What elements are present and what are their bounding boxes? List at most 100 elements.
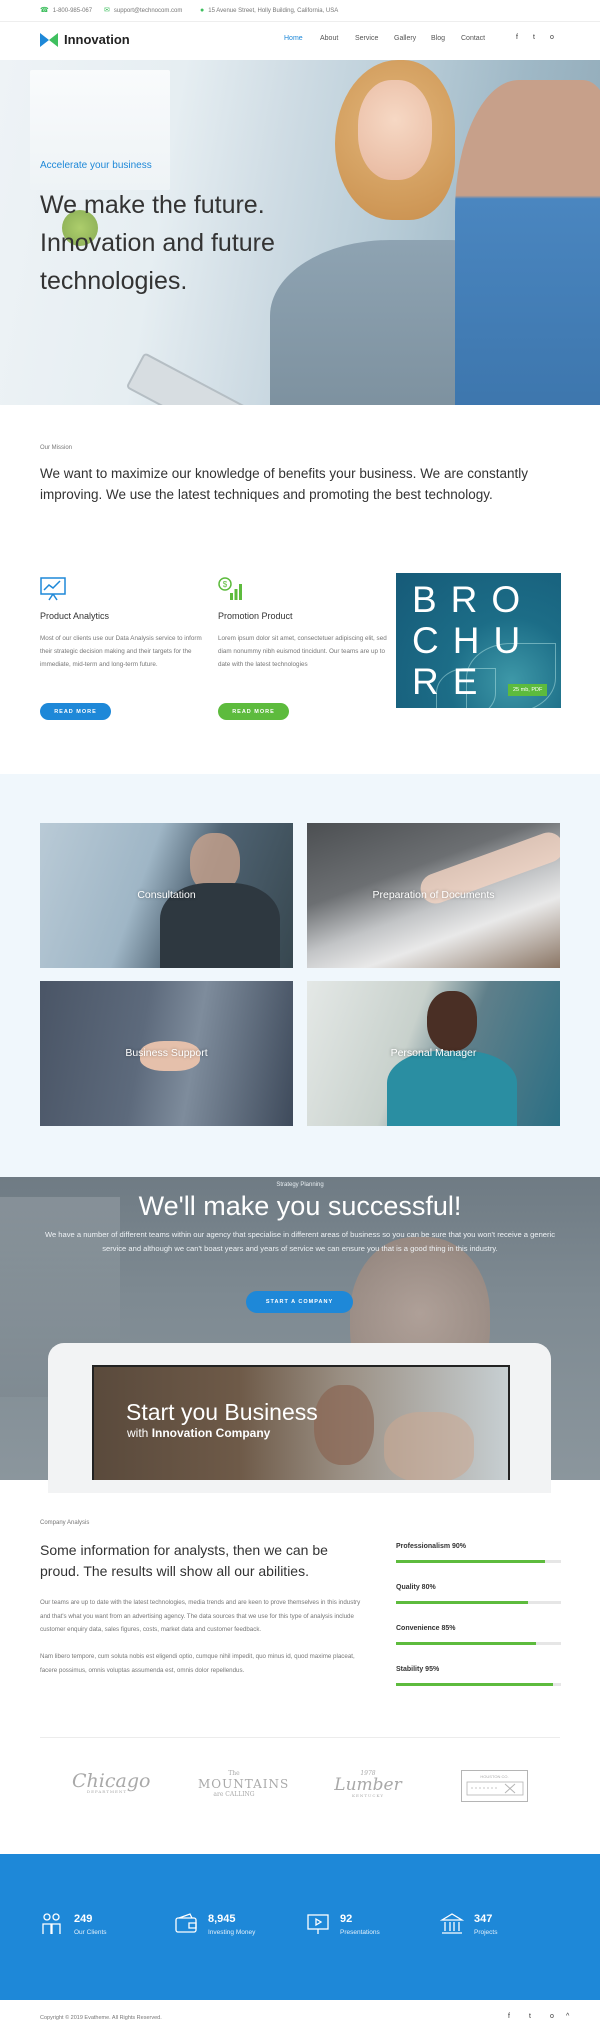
analytics-presenter-icon [40,577,66,601]
nav-gallery[interactable]: Gallery [394,35,416,42]
twitter-icon[interactable]: t [533,34,535,41]
gallery-tile-documents[interactable]: Preparation of Documents [307,823,560,968]
skill-fill [396,1560,545,1563]
client-logo-lumber: 1978 Lumber KENTUCKY [330,1770,406,1810]
hero-tablet [125,352,251,405]
houston-emblem-icon [466,1781,523,1796]
strategy-text: We have a number of different teams with… [44,1230,556,1253]
screen-title: Start you Business [126,1399,318,1425]
skill-fill [396,1601,528,1604]
service-title: Product Analytics [40,611,110,621]
tile-caption: Consultation [137,889,196,901]
stat-label: Presentations [340,1929,380,1936]
stat-number: 347 [474,1913,493,1925]
phone-icon: ☎ [40,7,49,14]
analysis-title: Some information for analysts, then we c… [40,1542,328,1579]
svg-text:$: $ [223,580,228,589]
back-to-top-icon[interactable]: ^ [566,2013,569,2020]
topbar-phone[interactable]: ☎ 1-800-985-067 [40,7,92,14]
read-more-button[interactable]: READ MORE [218,703,289,720]
nav-service[interactable]: Service [355,35,378,42]
person-decor [314,1385,374,1465]
stat-number: 8,945 [208,1913,236,1925]
dollar-chart-icon: $ [218,577,244,601]
analysis-paragraph: Nam libero tempore, cum soluta nobis est… [40,1653,355,1674]
service-text: Lorem ipsum dolor sit amet, consectetuer… [218,635,387,668]
skill-fill [396,1642,537,1645]
screen-subtitle-prefix: with [127,1426,149,1440]
laptop-screen: Start you Business with Innovation Compa… [92,1365,510,1480]
service-text: Most of our clients use our Data Analysi… [40,635,202,668]
skill-label: Professionalism 90% [396,1543,467,1550]
stat-number: 249 [74,1913,93,1925]
hero-person-woman-face [358,80,432,180]
site-header: Innovation Home About Service Gallery Bl… [0,22,600,60]
facebook-icon[interactable]: f [508,2013,510,2020]
nav-about[interactable]: About [320,35,338,42]
client-logo-houston: HOUSTON CO. [461,1770,528,1802]
start-company-button[interactable]: START A COMPANY [246,1291,353,1313]
skill-track [396,1683,561,1686]
skill-bar: Stability 95% [396,1666,561,1686]
tile-caption: Personal Manager [390,1047,477,1059]
nav-home[interactable]: Home [284,35,303,42]
logo[interactable]: Innovation [40,32,130,47]
logo-wordmark: MOUNTAINS [198,1777,290,1791]
bank-icon [439,1912,465,1936]
strategy-title: We'll make you successful! [138,1191,462,1221]
person-decor [427,991,477,1051]
client-logo-chicago: Chicago DEPARTMENT [72,1770,150,1810]
logo-text: Innovation [64,32,130,47]
phone-text: 1-800-985-067 [52,7,93,14]
skill-bar: Professionalism 90% [396,1543,561,1563]
screen-subtitle-bold: Innovation Company [151,1426,271,1440]
section-divider [40,1737,560,1738]
nav-blog[interactable]: Blog [431,35,445,42]
brochure-download[interactable]: BRO CHU RE 25 mb, PDF [396,573,561,708]
address-text: 15 Avenue Street, Holly Building, Califo… [208,7,339,14]
client-logo-mountains: The MOUNTAINS are CALLING [198,1770,290,1810]
skill-label: Quality 80% [396,1584,436,1591]
service-title: Promotion Product [218,611,293,621]
mission-label: Our Mission [40,445,73,451]
location-pin-icon: ● [200,7,205,14]
topbar-email[interactable]: ✉ support@technocom.com [104,7,182,14]
hero-window-decor [30,70,170,190]
person-decor [387,1051,517,1126]
stats-section [0,1854,600,2000]
hero-person-man [455,80,600,405]
wallet-icon [174,1912,198,1936]
top-bar: ☎ 1-800-985-067 ✉ support@technocom.com … [0,0,600,22]
email-text: support@technocom.com [113,7,183,14]
brochure-line: BRO [412,579,535,620]
skill-track [396,1601,561,1604]
nav-contact[interactable]: Contact [461,35,485,42]
brochure-line: CHU [412,620,535,661]
logo-line: are CALLING [213,1791,255,1798]
service-promotion-product: $ Promotion Product Lorem ipsum dolor si… [218,577,388,671]
people-icon [40,1912,64,1936]
facebook-icon[interactable]: f [516,34,518,41]
gallery-tile-consultation[interactable]: Consultation [40,823,293,968]
skill-label: Stability 95% [396,1666,440,1673]
skill-bar: Convenience 85% [396,1625,561,1645]
twitter-icon[interactable]: t [529,2013,531,2020]
gallery-tile-personal-manager[interactable]: Personal Manager [307,981,560,1126]
hero-subtitle: Accelerate your business [40,160,152,171]
mission-text: We want to maximize our knowledge of ben… [40,466,528,502]
tile-caption: Preparation of Documents [372,889,495,901]
screen-subtitle: with Innovation Company [127,1426,270,1440]
read-more-button[interactable]: READ MORE [40,703,111,720]
presentation-icon [306,1912,330,1936]
instagram-icon[interactable]: o [550,2013,554,2020]
mail-icon: ✉ [104,7,110,14]
analysis-label: Company Analysis [40,1520,90,1526]
stat-label: Investing Money [208,1929,256,1936]
stat-number: 92 [340,1913,353,1925]
skill-track [396,1642,561,1645]
person-decor [384,1412,474,1480]
strategy-label: Strategy Planning [276,1182,324,1188]
skill-fill [396,1683,553,1686]
gallery-tile-business-support[interactable]: Business Support [40,981,293,1126]
instagram-icon[interactable]: o [550,34,554,41]
